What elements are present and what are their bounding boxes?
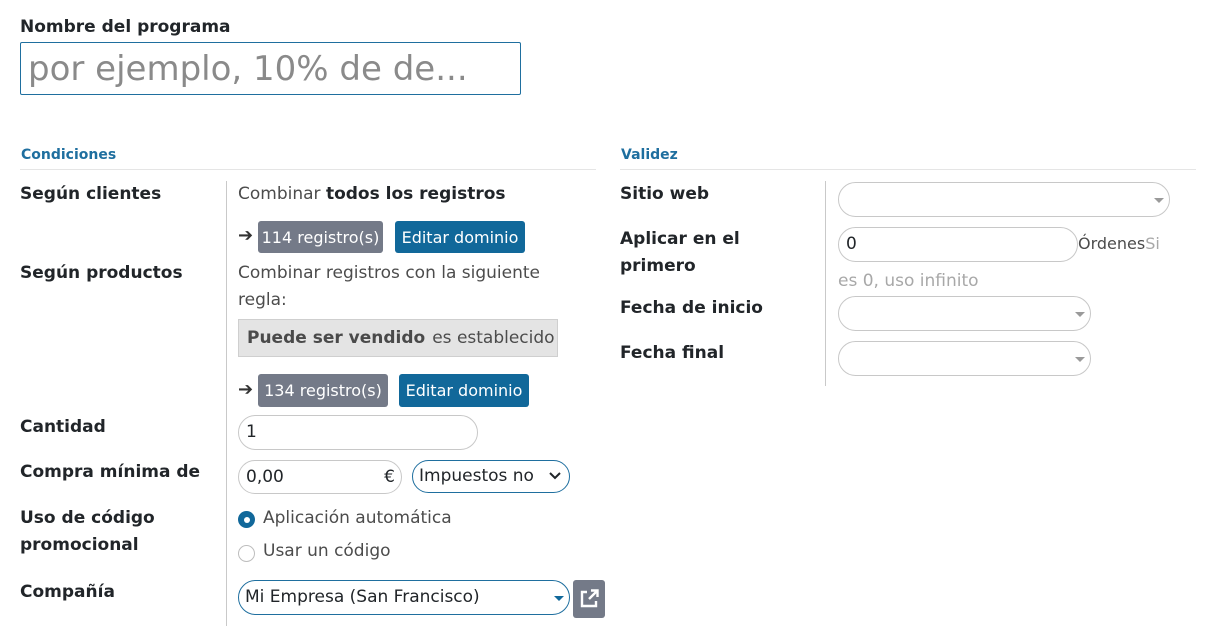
- conditions-section-title: Condiciones: [21, 147, 117, 163]
- program-name-input[interactable]: por ejemplo, 10% de de...: [20, 42, 521, 95]
- conditions-divider: [20, 169, 596, 170]
- customers-combine-bold: todos los registros: [325, 184, 506, 204]
- min-purchase-label: Compra mínima de: [20, 462, 201, 482]
- validity-column-separator: [825, 181, 826, 386]
- quantity-value: 1: [246, 422, 257, 442]
- website-select[interactable]: [838, 182, 1170, 217]
- tax-mode-select[interactable]: Impuestos no: [412, 460, 570, 493]
- apply-first-label-line2: primero: [620, 256, 696, 276]
- customers-records-badge[interactable]: 114 registro(s): [258, 221, 383, 253]
- products-combine-line2: regla:: [238, 290, 287, 310]
- customers-combine-prefix: Combinar: [238, 184, 321, 204]
- external-link-button[interactable]: [573, 580, 605, 618]
- product-rule-operator: es establecido: [432, 328, 555, 348]
- validity-section-title: Validez: [621, 147, 678, 163]
- start-date-label: Fecha de inicio: [620, 298, 763, 318]
- quantity-label: Cantidad: [20, 417, 106, 437]
- customers-label: Según clientes: [20, 184, 162, 204]
- quantity-input[interactable]: 1: [238, 415, 478, 450]
- min-purchase-input[interactable]: 0,00 €: [238, 460, 402, 494]
- arrow-right-icon: ➔: [238, 225, 254, 246]
- product-rule-box[interactable]: Puede ser vendido es establecido: [238, 319, 558, 357]
- apply-first-value: 0: [846, 234, 857, 254]
- caret-down-icon: [1075, 312, 1085, 317]
- company-value: Mi Empresa (San Francisco): [245, 587, 480, 607]
- customers-combine-text: Combinar todos los registros: [238, 181, 506, 208]
- conditions-column-separator: [226, 181, 227, 626]
- promo-code-label-line2: promocional: [20, 535, 139, 555]
- end-date-label: Fecha final: [620, 343, 725, 363]
- end-date-input[interactable]: [838, 341, 1091, 376]
- customers-edit-domain-button[interactable]: Editar dominio: [395, 221, 525, 253]
- company-label: Compañía: [20, 582, 115, 602]
- chevron-down-icon: [549, 472, 561, 480]
- radio-dot: [243, 516, 250, 523]
- products-edit-domain-button[interactable]: Editar dominio: [399, 374, 529, 407]
- validity-divider: [620, 169, 1196, 170]
- promo-auto-label: Aplicación automática: [263, 508, 452, 528]
- program-name-placeholder: por ejemplo, 10% de de...: [28, 49, 468, 89]
- caret-down-icon: [554, 596, 564, 601]
- promo-code-option-label: Usar un código: [263, 541, 391, 561]
- apply-first-unit-text: Órdenes: [1078, 234, 1146, 253]
- currency-symbol: €: [384, 467, 395, 487]
- external-link-icon: [580, 589, 599, 608]
- program-name-label: Nombre del programa: [20, 17, 231, 37]
- caret-down-icon: [1154, 198, 1164, 203]
- promo-code-radio[interactable]: [238, 545, 255, 562]
- website-label: Sitio web: [620, 184, 710, 204]
- promo-auto-radio[interactable]: [238, 511, 255, 528]
- apply-first-label-line1: Aplicar en el: [620, 229, 740, 249]
- apply-first-hint-line1: Si: [1145, 234, 1160, 253]
- products-combine-line1: Combinar registros con la siguiente: [238, 263, 541, 283]
- caret-down-icon: [1075, 357, 1085, 362]
- company-select[interactable]: Mi Empresa (San Francisco): [238, 580, 570, 615]
- apply-first-hint-line2: es 0, uso infinito: [838, 271, 979, 291]
- apply-first-unit: ÓrdenesSi: [1078, 230, 1160, 257]
- tax-mode-value: Impuestos no: [419, 466, 534, 486]
- products-label: Según productos: [20, 263, 183, 283]
- apply-first-input[interactable]: 0: [838, 227, 1078, 262]
- start-date-input[interactable]: [838, 296, 1091, 331]
- product-rule-field: Puede ser vendido: [247, 328, 426, 348]
- arrow-right-icon: ➔: [238, 379, 254, 400]
- min-purchase-value: 0,00: [246, 467, 284, 487]
- products-records-badge[interactable]: 134 registro(s): [258, 374, 388, 407]
- promo-code-label-line1: Uso de código: [20, 508, 155, 528]
